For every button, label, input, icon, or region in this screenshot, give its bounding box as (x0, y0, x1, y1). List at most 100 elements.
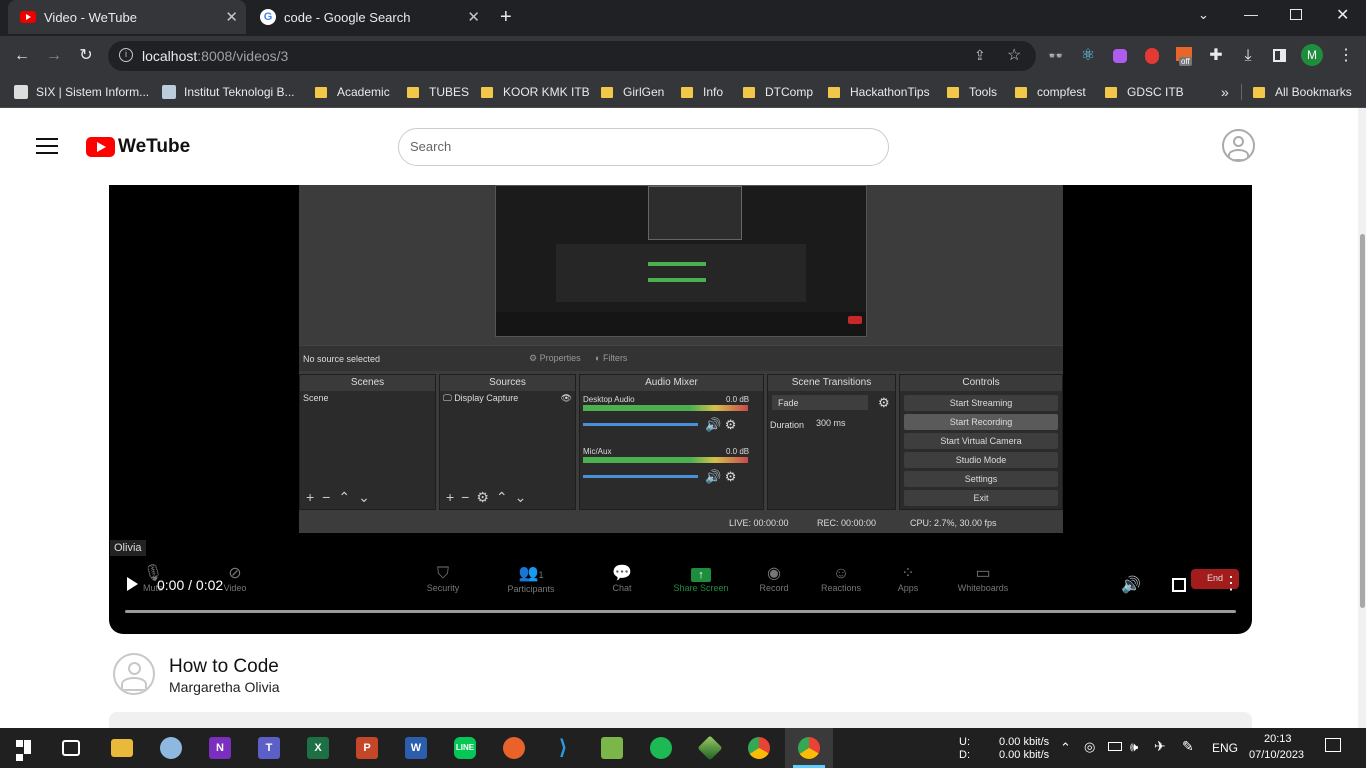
zoom-label: Apps (897, 583, 919, 593)
clock-date[interactable]: 07/10/2023 (1249, 749, 1304, 761)
volume-tray-icon[interactable]: 🕪 (1130, 739, 1138, 755)
react-devtools-icon[interactable]: ⚛ (1077, 45, 1099, 67)
zoom-label: Chat (612, 583, 632, 593)
meet-now-icon[interactable]: ◎ (1084, 739, 1095, 755)
page-scrollbar[interactable] (1358, 108, 1366, 728)
channel-avatar-icon[interactable] (113, 653, 155, 695)
fullscreen-icon[interactable] (1172, 578, 1186, 592)
bookmark-folder-dtcomp[interactable]: DTComp (743, 82, 813, 102)
bookmarks-divider (1241, 84, 1242, 100)
bookmark-folder-academic[interactable]: Academic (315, 82, 390, 102)
bookmark-folder-girlgen[interactable]: GirlGen (601, 82, 664, 102)
clock-time[interactable]: 20:13 (1264, 733, 1292, 745)
all-bookmarks-button[interactable]: All Bookmarks (1253, 82, 1352, 102)
volume-icon[interactable]: 🔊 (1121, 575, 1141, 595)
extension-off-icon[interactable]: off (1173, 45, 1195, 67)
tab-google-search[interactable]: G code - Google Search ✕ (250, 0, 488, 34)
bookmark-folder-koor[interactable]: KOOR KMK ITB (481, 82, 590, 102)
notifications-icon[interactable] (1325, 738, 1341, 752)
firefox-icon[interactable] (503, 737, 525, 759)
excel-icon[interactable]: X (307, 737, 329, 759)
bookmark-folder-tubes[interactable]: TUBES (407, 82, 469, 102)
task-view-icon[interactable] (62, 740, 80, 756)
video-progress-bar[interactable] (125, 610, 1236, 613)
settings-button: Settings (904, 471, 1058, 487)
bookmark-folder-tools[interactable]: Tools (947, 82, 997, 102)
hamburger-menu-icon[interactable] (36, 138, 58, 154)
extension-spy-icon[interactable]: 👓 (1045, 45, 1067, 67)
bookmark-folder-hackathontips[interactable]: HackathonTips (828, 82, 930, 102)
folder-icon (681, 86, 693, 98)
side-panel-icon[interactable] (1268, 45, 1290, 67)
play-button-icon[interactable] (127, 577, 138, 591)
close-window-icon[interactable]: ✕ (1336, 5, 1349, 25)
extensions-puzzle-icon[interactable]: ✚ (1205, 45, 1227, 67)
tab-search-chevron-icon[interactable]: ⌄ (1198, 7, 1209, 23)
android-studio-icon[interactable] (601, 737, 623, 759)
snipping-tool-icon[interactable] (160, 737, 182, 759)
net-up-value: 0.00 kbit/s (999, 736, 1050, 748)
airplane-mode-icon[interactable]: ✈ (1154, 738, 1166, 755)
chrome-active-icon[interactable] (798, 737, 820, 759)
file-explorer-icon[interactable] (111, 739, 133, 757)
chrome-menu-icon[interactable]: ⋮ (1335, 45, 1357, 67)
chrome-icon[interactable] (748, 737, 770, 759)
description-box[interactable] (109, 712, 1252, 728)
more-bookmarks-button[interactable]: » (1221, 82, 1229, 102)
restore-icon[interactable] (1290, 9, 1302, 20)
tab-video-wetube[interactable]: Video - WeTube ✕ (8, 0, 246, 34)
teams-icon[interactable]: T (258, 737, 280, 759)
vscode-icon[interactable]: ⟩ (552, 737, 574, 759)
zoom-label: Whiteboards (957, 583, 1009, 593)
start-virtual-camera-button: Start Virtual Camera (904, 433, 1058, 449)
bookmark-folder-gdsc[interactable]: GDSC ITB (1105, 82, 1184, 102)
site-info-icon[interactable]: i (119, 48, 133, 62)
show-hidden-icons-icon[interactable]: ⌃ (1060, 740, 1071, 756)
channel-name[interactable]: Margaretha Olivia (169, 679, 280, 695)
windows-start-icon[interactable] (16, 740, 32, 761)
account-avatar-icon[interactable] (1222, 129, 1255, 162)
onenote-icon[interactable]: N (209, 737, 231, 759)
url-text: localhost:8008/videos/3 (142, 48, 289, 64)
extension-purple-icon[interactable] (1109, 45, 1131, 67)
bookmark-folder-compfest[interactable]: compfest (1015, 82, 1086, 102)
extension-red-hand-icon[interactable] (1141, 45, 1163, 67)
windows-taskbar: N T X P W LINE ⟩ U: D: 0.00 kbit/s 0.00 … (0, 728, 1366, 768)
address-bar[interactable]: i localhost:8008/videos/3 ⇪ ☆ (108, 41, 1036, 71)
search-input[interactable]: Search (398, 128, 889, 166)
layers-app-icon[interactable] (697, 735, 723, 761)
back-icon[interactable]: ← (11, 45, 33, 67)
pen-icon[interactable]: ✎ (1182, 738, 1194, 755)
minimize-icon[interactable]: — (1244, 6, 1258, 22)
net-down-value: 0.00 kbit/s (999, 749, 1050, 761)
spotify-icon[interactable] (650, 737, 672, 759)
new-tab-icon[interactable]: + (500, 6, 512, 29)
battery-icon[interactable] (1108, 742, 1122, 751)
word-icon[interactable]: W (405, 737, 427, 759)
video-player[interactable]: No source selected ⚙ Properties ◐ Filter… (109, 185, 1252, 634)
line-icon[interactable]: LINE (454, 737, 476, 759)
video-more-options-icon[interactable]: ⋮ (1222, 574, 1240, 592)
bookmark-six[interactable]: SIX | Sistem Inform... (14, 82, 149, 102)
folder-icon (1253, 86, 1265, 98)
close-tab-icon[interactable]: ✕ (467, 8, 480, 26)
scrollbar-thumb[interactable] (1360, 234, 1365, 608)
powerpoint-icon[interactable]: P (356, 737, 378, 759)
bookmark-folder-info[interactable]: Info (681, 82, 723, 102)
forward-icon[interactable]: → (43, 45, 65, 67)
bookmark-star-icon[interactable]: ☆ (1007, 45, 1021, 65)
share-icon[interactable]: ⇪ (974, 47, 986, 64)
download-icon[interactable]: ⤓ (1237, 45, 1259, 67)
profile-avatar[interactable]: M (1301, 44, 1323, 66)
obs-source-bar: No source selected ⚙ Properties ◐ Filter… (299, 345, 1063, 371)
bookmark-itb[interactable]: Institut Teknologi B... (162, 82, 295, 102)
obs-window: No source selected ⚙ Properties ◐ Filter… (299, 185, 1063, 533)
zoom-whiteboards: ▭ Whiteboards (952, 565, 1014, 593)
language-indicator[interactable]: ENG (1212, 741, 1238, 755)
reload-icon[interactable]: ↻ (75, 45, 97, 67)
bookmark-label: All Bookmarks (1275, 85, 1352, 99)
transition-gear-icon: ⚙ (878, 395, 890, 410)
close-tab-icon[interactable]: ✕ (225, 8, 238, 26)
site-logo[interactable]: WeTube (86, 136, 190, 158)
reactions-icon: ☺ (832, 565, 850, 582)
